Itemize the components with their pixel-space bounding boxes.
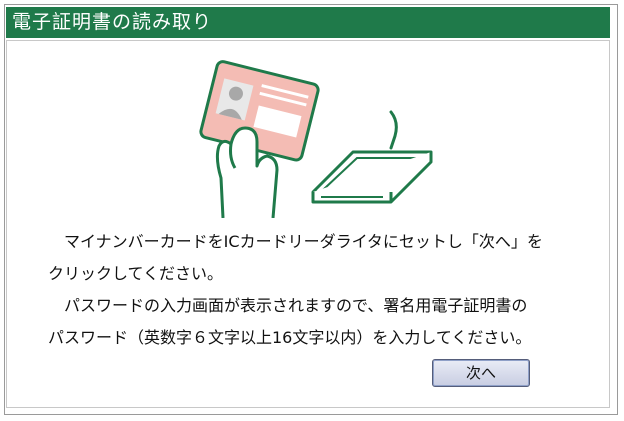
cable-icon	[389, 110, 398, 150]
instruction-line: パスワードの入力画面が表示されますので、署名用電子証明書の	[48, 296, 528, 315]
card-reader-illustration-icon	[199, 60, 433, 218]
instruction-line: クリックしてください。	[48, 264, 224, 283]
instruction-line: パスワード（英数字６文字以上16文字以内）を入力してください。	[48, 328, 532, 347]
next-button[interactable]: 次へ	[432, 359, 530, 387]
ic-card-reader-icon	[311, 150, 433, 204]
dialog-title: 電子証明書の読み取り	[6, 7, 610, 38]
instruction-line: マイナンバーカードをICカードリーダライタにセットし「次へ」を	[48, 232, 543, 251]
instruction-text: マイナンバーカードをICカードリーダライタにセットし「次へ」を クリックしてくだ…	[48, 226, 608, 354]
